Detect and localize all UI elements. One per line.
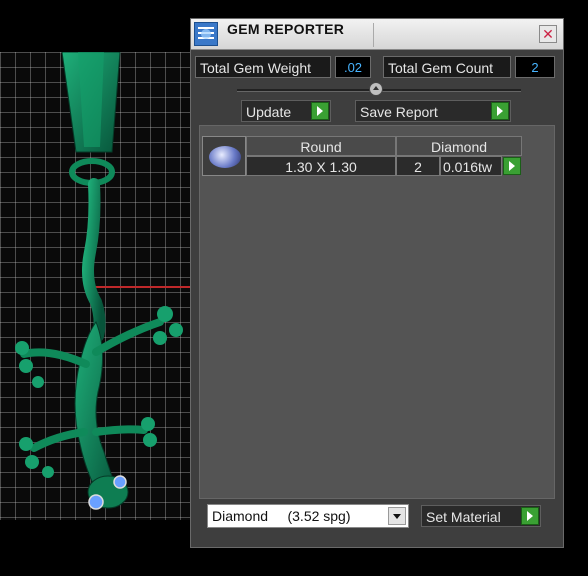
total-gem-count-value: 2: [515, 56, 555, 78]
gem-report-area[interactable]: Round Diamond 1.30 X 1.30 2 0.016tw: [199, 125, 555, 499]
play-icon: [491, 102, 509, 120]
title-separator: [373, 23, 374, 47]
update-button[interactable]: Update: [241, 100, 331, 122]
title-bar[interactable]: GEM REPORTER ✕: [191, 19, 563, 50]
save-report-button-label: Save Report: [360, 104, 438, 120]
play-icon: [503, 157, 521, 175]
play-icon: [311, 102, 329, 120]
set-material-button[interactable]: Set Material: [421, 505, 541, 527]
gem-row-action[interactable]: [502, 156, 522, 176]
viewport[interactable]: [0, 52, 190, 520]
gem-count-cell: 2: [396, 156, 440, 176]
gem-thumbnail[interactable]: [202, 136, 246, 176]
dialog-title: GEM REPORTER: [227, 21, 345, 37]
set-material-button-label: Set Material: [426, 509, 501, 525]
gem-size-cell: 1.30 X 1.30: [246, 156, 396, 176]
update-button-label: Update: [246, 104, 292, 120]
material-select-value: Diamond (3.52 spg): [212, 508, 351, 524]
gem-shape-cell: Round: [246, 136, 396, 156]
material-select[interactable]: Diamond (3.52 spg): [207, 504, 409, 528]
gem-material-cell: Diamond: [396, 136, 522, 156]
total-gem-weight-label: Total Gem Weight: [195, 56, 331, 78]
play-icon: [521, 507, 539, 525]
app-icon: [194, 22, 218, 46]
chevron-down-icon[interactable]: [388, 507, 406, 525]
gem-weight-cell: 0.016tw: [440, 156, 502, 176]
total-gem-weight-value: .02: [335, 56, 371, 78]
lizard-pendant-model[interactable]: [0, 52, 190, 520]
save-report-button[interactable]: Save Report: [355, 100, 511, 122]
close-icon[interactable]: ✕: [539, 25, 557, 43]
gem-reporter-dialog: GEM REPORTER ✕ Total Gem Weight .02 Tota…: [190, 18, 564, 548]
total-gem-count-label: Total Gem Count: [383, 56, 511, 78]
gem-icon: [209, 146, 241, 168]
slider-knob-icon[interactable]: [369, 82, 383, 96]
